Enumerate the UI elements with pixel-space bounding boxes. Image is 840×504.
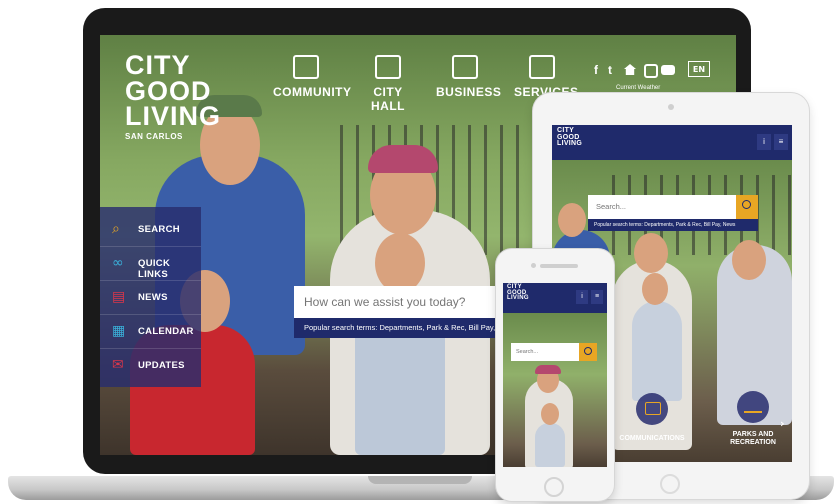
phone-info-button[interactable]: i: [576, 290, 588, 304]
quick-menu-calendar-label: CALENDAR: [138, 326, 194, 337]
quick-menu-news-label: NEWS: [138, 292, 168, 303]
tablet-search-button[interactable]: [736, 195, 758, 219]
laptop-gear-icon: [529, 55, 555, 79]
mail-icon: ✉: [112, 357, 124, 373]
facebook-icon[interactable]: f: [594, 63, 598, 77]
tablet-home-button[interactable]: [660, 474, 680, 494]
quick-menu-updates-label: UPDATES: [138, 360, 185, 371]
phone-search-icon: [584, 347, 592, 355]
bicycle-icon: [744, 402, 762, 413]
chat-icon: [645, 402, 661, 415]
tablet-toddler: [632, 301, 682, 401]
popular-search-terms: Popular search terms: Departments, Park …: [294, 318, 500, 338]
weather-label: Current Weather: [616, 85, 661, 91]
tablet-mother-face: [634, 233, 668, 273]
logo-line-1: CITY: [125, 50, 191, 80]
phone-camera: [531, 263, 536, 268]
calendar-icon: ▦: [112, 323, 126, 339]
nav-city-hall-label: CITY HALL: [371, 85, 405, 113]
phone-search-button[interactable]: [579, 343, 597, 361]
site-search-input[interactable]: [294, 286, 500, 318]
house-icon: [293, 55, 319, 79]
nav-business[interactable]: BUSINESS: [436, 55, 501, 99]
parks-recreation-label: PARKS AND RECREATION: [730, 431, 776, 447]
quick-menu-search[interactable]: ⌕ SEARCH: [100, 213, 201, 247]
laptop-notch: [368, 476, 472, 484]
quick-menu: ⌕ SEARCH ∞ QUICK LINKS ▤ NEWS ▦ CALENDAR…: [100, 207, 201, 387]
logo-line-3: LIVING: [125, 101, 222, 132]
nextdoor-home-icon[interactable]: [624, 64, 636, 75]
tablet-toddler-face: [642, 273, 668, 305]
tablet-father-face: [558, 203, 586, 237]
phone-header: CITY GOOD LIVING i ≡: [503, 283, 607, 313]
tablet-person-right-face: [732, 240, 766, 280]
phone-toddler-face: [541, 403, 559, 425]
communications-label: COMMUNICATIONS: [619, 435, 685, 442]
tablet-header: CITY GOOD LIVING i ≡: [552, 125, 792, 160]
tablet-logo[interactable]: CITY GOOD LIVING: [557, 127, 583, 148]
communications-tile[interactable]: [636, 393, 668, 425]
nav-community[interactable]: COMMUNITY: [273, 55, 351, 99]
tablet-search-input[interactable]: [588, 195, 736, 219]
phone-menu-button[interactable]: ≡: [591, 290, 603, 304]
nav-city-hall[interactable]: CITY HALL: [358, 55, 418, 113]
quick-menu-search-label: SEARCH: [138, 224, 180, 235]
tablet-search-icon: [742, 200, 751, 209]
pink-cap: [368, 145, 438, 173]
social-links: f t EN: [594, 61, 719, 79]
newspaper-icon: ▤: [112, 289, 126, 305]
phone-speaker: [540, 264, 578, 268]
nav-community-label: COMMUNITY: [273, 85, 352, 99]
tablet-info-button[interactable]: i: [757, 134, 771, 150]
search-icon: ⌕: [112, 221, 120, 237]
language-selector[interactable]: EN: [688, 61, 710, 77]
site-logo[interactable]: CITY GOOD LIVING SAN CARLOS: [125, 50, 222, 141]
toddler-face: [375, 233, 425, 293]
quick-menu-updates[interactable]: ✉ UPDATES: [100, 349, 201, 382]
tablet-logo-line-3: LIVING: [557, 140, 583, 148]
city-hall-icon: [375, 55, 401, 79]
phone-logo[interactable]: CITY GOOD LIVING: [507, 284, 529, 302]
phone-home-button[interactable]: [544, 477, 564, 497]
logo-tagline: SAN CARLOS: [125, 131, 183, 141]
quick-menu-calendar[interactable]: ▦ CALENDAR: [100, 315, 201, 349]
tablet-menu-button[interactable]: ≡: [774, 134, 788, 150]
carousel-next-icon[interactable]: ›: [780, 417, 785, 430]
storefront-icon: [452, 55, 478, 79]
youtube-icon[interactable]: [661, 65, 675, 75]
quick-menu-news[interactable]: ▤ NEWS: [100, 281, 201, 315]
phone-pink-cap: [535, 365, 561, 374]
instagram-icon[interactable]: [644, 64, 658, 78]
phone-toddler: [535, 423, 565, 467]
phone-search-input[interactable]: [511, 343, 579, 361]
link-icon: ∞: [112, 255, 124, 271]
phone-logo-line-3: LIVING: [507, 295, 529, 302]
phone-screen: CITY GOOD LIVING i ≡: [503, 283, 607, 467]
tablet-camera: [668, 104, 674, 110]
nav-business-label: BUSINESS: [436, 85, 502, 99]
quick-menu-quick-links-label: QUICK LINKS: [138, 258, 171, 280]
tablet-popular-search-terms: Popular search terms: Departments, Park …: [588, 219, 758, 231]
parks-recreation-tile[interactable]: [737, 391, 769, 423]
quick-menu-quick-links[interactable]: ∞ QUICK LINKS: [100, 247, 201, 281]
twitter-icon[interactable]: t: [608, 63, 612, 77]
